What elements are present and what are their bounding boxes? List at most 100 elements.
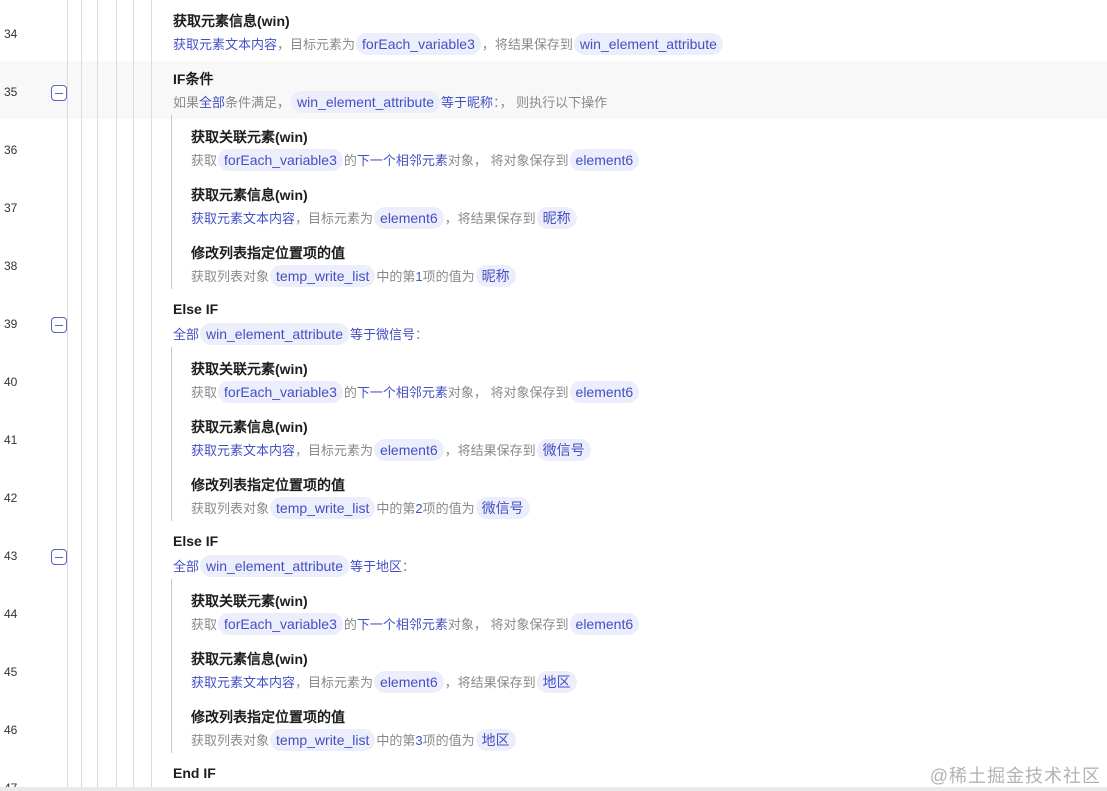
keyword-text: 获取元素文本内容	[173, 37, 278, 52]
plain-text: 如果	[173, 95, 200, 110]
variable-token[interactable]: win_element_attribute	[573, 33, 723, 55]
variable-token[interactable]: forEach_variable3	[218, 613, 343, 635]
variable-token[interactable]: temp_write_list	[270, 729, 376, 751]
step-description: 获取列表对象 temp_write_list 中的第2项的值为 微信号	[191, 497, 531, 519]
line-number: 36	[4, 143, 18, 157]
collapse-icon[interactable]	[51, 85, 67, 101]
line-number: 45	[4, 665, 18, 679]
step-description: 全部 win_element_attribute 等于微信号：	[173, 323, 428, 345]
step-title: 获取关联元素(win)	[191, 361, 308, 377]
step-title: End IF	[173, 765, 216, 781]
step-row[interactable]: 45 获取元素信息(win) 获取元素文本内容，目标元素为 element6 ，将结果保…	[0, 641, 1107, 699]
keyword-text: 下一个相邻元素	[356, 617, 448, 632]
keyword-text: 地区	[376, 559, 403, 574]
keyword-text: 等于	[350, 559, 377, 574]
line-number: 42	[4, 491, 18, 505]
step-description: 获取元素文本内容，目标元素为 element6 ，将结果保存到 地区	[191, 671, 578, 693]
step-row[interactable]: 39 Else IF 全部 win_element_attribute 等于微信号：	[0, 293, 1107, 351]
step-row[interactable]: 37 获取元素信息(win) 获取元素文本内容，目标元素为 element6 ，将结果保…	[0, 177, 1107, 235]
variable-token[interactable]: forEach_variable3	[218, 381, 343, 403]
step-row[interactable]: 41 获取元素信息(win) 获取元素文本内容，目标元素为 element6 ，将结果保…	[0, 409, 1107, 467]
step-description: 获取元素文本内容，目标元素为 element6 ，将结果保存到 微信号	[191, 439, 592, 461]
keyword-text: 获取元素文本内容	[191, 443, 296, 458]
plain-text: ：， 则执行以下操作	[493, 95, 608, 110]
step-title: 修改列表指定位置项的值	[191, 477, 345, 493]
step-row[interactable]: 40 获取关联元素(win) 获取 forEach_variable3 的下一个相邻元素…	[0, 351, 1107, 409]
variable-token[interactable]: 地区	[475, 729, 516, 751]
plain-text: 项的值为	[422, 501, 475, 516]
variable-token[interactable]: 昵称	[536, 207, 577, 229]
step-description: 获取列表对象 temp_write_list 中的第1项的值为 昵称	[191, 265, 517, 287]
step-row[interactable]: 34 获取元素信息(win) 获取元素文本内容，目标元素为 forEach_varia…	[0, 3, 1107, 61]
step-title: 获取元素信息(win)	[191, 651, 308, 667]
indent-guide-line	[81, 0, 82, 787]
step-title: Else IF	[173, 533, 219, 549]
plain-text: ，目标元素为	[277, 37, 356, 52]
plain-text: 获取列表对象	[191, 501, 270, 516]
keyword-text: 3	[415, 733, 423, 748]
step-row[interactable]: 35 IF条件 如果全部条件满足， win_element_attribute 等于昵称…	[0, 61, 1107, 119]
collapse-icon[interactable]	[51, 549, 67, 565]
variable-token[interactable]: forEach_variable3	[218, 149, 343, 171]
line-number: 43	[4, 549, 18, 563]
variable-token[interactable]: win_element_attribute	[200, 555, 349, 577]
variable-token[interactable]: 地区	[536, 671, 577, 693]
step-title: IF条件	[173, 71, 214, 87]
step-row[interactable]: 46 修改列表指定位置项的值 获取列表对象 temp_write_list 中的第3项的…	[0, 699, 1107, 757]
indent-guide-line	[133, 0, 134, 787]
step-description: 如果全部条件满足， win_element_attribute 等于昵称：， 则执行…	[173, 91, 607, 113]
step-title: 获取元素信息(win)	[173, 13, 290, 29]
variable-token[interactable]: element6	[374, 207, 444, 229]
keyword-text: 1	[415, 269, 423, 284]
step-row[interactable]: 38 修改列表指定位置项的值 获取列表对象 temp_write_list 中的第1项的…	[0, 235, 1107, 293]
variable-token[interactable]: element6	[569, 613, 640, 635]
keyword-text: 等于	[441, 95, 468, 110]
keyword-text: 获取元素文本内容	[191, 211, 296, 226]
plain-text: ，将结果保存到	[481, 37, 573, 52]
plain-text: ，目标元素为	[295, 211, 374, 226]
variable-token[interactable]: element6	[569, 149, 640, 171]
step-row[interactable]: 43 Else IF 全部 win_element_attribute 等于地区：	[0, 525, 1107, 583]
plain-text: ：	[415, 327, 429, 342]
line-number: 38	[4, 259, 18, 273]
keyword-text: 2	[415, 501, 423, 516]
plain-text: 获取列表对象	[191, 733, 270, 748]
plain-text: 中的第	[376, 501, 416, 516]
plain-text: 获取列表对象	[191, 269, 270, 284]
step-row[interactable]: 44 获取关联元素(win) 获取 forEach_variable3 的下一个相邻元素…	[0, 583, 1107, 641]
variable-token[interactable]: forEach_variable3	[356, 33, 481, 55]
plain-text: 项的值为	[422, 269, 475, 284]
variable-token[interactable]: win_element_attribute	[200, 323, 349, 345]
plain-text: ，将结果保存到	[444, 211, 536, 226]
step-title: 获取元素信息(win)	[191, 187, 308, 203]
step-row[interactable]: 36 获取关联元素(win) 获取 forEach_variable3 的下一个相邻元素…	[0, 119, 1107, 177]
variable-token[interactable]: element6	[569, 381, 640, 403]
variable-token[interactable]: 昵称	[475, 265, 516, 287]
variable-token[interactable]: 微信号	[475, 497, 530, 519]
variable-token[interactable]: temp_write_list	[270, 497, 376, 519]
line-number: 39	[4, 317, 18, 331]
step-description: 获取元素文本内容，目标元素为 element6 ，将结果保存到 昵称	[191, 207, 578, 229]
collapse-icon[interactable]	[51, 317, 67, 333]
plain-text: 对象， 将对象保存到	[447, 617, 569, 632]
variable-token[interactable]: temp_write_list	[270, 265, 376, 287]
flow-editor: 34 获取元素信息(win) 获取元素文本内容，目标元素为 forEach_varia…	[0, 0, 1107, 791]
watermark: @稀土掘金技术社区	[929, 766, 1101, 786]
variable-token[interactable]: win_element_attribute	[291, 91, 441, 113]
indent-guide-line	[97, 0, 98, 787]
line-number: 40	[4, 375, 18, 389]
keyword-text: 昵称	[467, 95, 494, 110]
plain-text: ，将结果保存到	[444, 443, 536, 458]
keyword-text: 等于	[350, 327, 377, 342]
step-description: 获取 forEach_variable3 的下一个相邻元素对象， 将对象保存到 ele…	[191, 149, 640, 171]
line-number: 34	[4, 27, 18, 41]
block-nesting-bar	[171, 347, 172, 521]
variable-token[interactable]: element6	[374, 439, 444, 461]
variable-token[interactable]: element6	[374, 671, 444, 693]
plain-text: 获取	[191, 385, 218, 400]
plain-text: ，目标元素为	[295, 675, 374, 690]
plain-text: 对象， 将对象保存到	[447, 385, 569, 400]
step-row[interactable]: 42 修改列表指定位置项的值 获取列表对象 temp_write_list 中的第2项的…	[0, 467, 1107, 525]
variable-token[interactable]: 微信号	[536, 439, 591, 461]
step-description: 获取 forEach_variable3 的下一个相邻元素对象， 将对象保存到 ele…	[191, 381, 640, 403]
